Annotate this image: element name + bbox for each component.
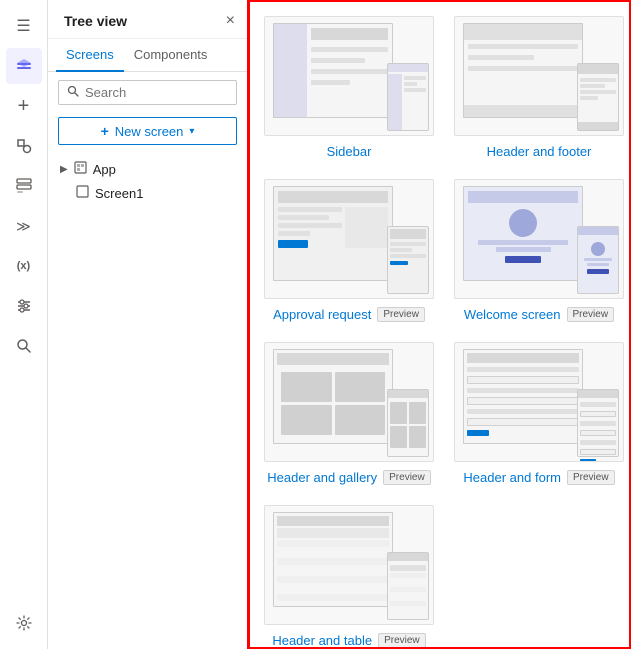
tree-item-app[interactable]: ▶ App bbox=[48, 157, 247, 181]
chevron-right-icon: ▶ bbox=[60, 164, 68, 175]
panel-title: Tree view bbox=[64, 13, 127, 29]
panel-header: Tree view × bbox=[48, 0, 247, 39]
close-button[interactable]: × bbox=[226, 12, 235, 30]
preview-badge-gallery[interactable]: Preview bbox=[383, 470, 431, 485]
settings-icon[interactable] bbox=[6, 605, 42, 641]
layers-icon[interactable] bbox=[6, 48, 42, 84]
tree-item-app-label: App bbox=[93, 162, 116, 177]
template-label-headerfooter: Header and footer bbox=[487, 144, 592, 159]
insert-icon[interactable]: + bbox=[6, 88, 42, 124]
tree-section: ▶ App Screen1 bbox=[48, 153, 247, 209]
template-thumb-approval[interactable] bbox=[264, 179, 434, 299]
flow-icon[interactable]: ≫ bbox=[6, 208, 42, 244]
template-label-approval: Approval request Preview bbox=[273, 307, 425, 322]
preview-badge-approval[interactable]: Preview bbox=[377, 307, 425, 322]
template-label-form: Header and form Preview bbox=[463, 470, 614, 485]
template-thumb-form[interactable] bbox=[454, 342, 624, 462]
menu-icon[interactable]: ☰ bbox=[6, 8, 42, 44]
controls-icon[interactable] bbox=[6, 288, 42, 324]
preview-badge-welcome[interactable]: Preview bbox=[567, 307, 615, 322]
templates-grid: Sidebar bbox=[248, 0, 631, 649]
template-thumb-welcome[interactable] bbox=[454, 179, 624, 299]
tree-item-screen1[interactable]: Screen1 bbox=[48, 181, 247, 205]
search-icon-toolbar[interactable] bbox=[6, 328, 42, 364]
variables-icon[interactable]: (x) bbox=[6, 248, 42, 284]
template-label-table: Header and table Preview bbox=[272, 633, 425, 648]
new-screen-button[interactable]: + New screen ▾ bbox=[58, 117, 237, 145]
template-thumb-sidebar[interactable] bbox=[264, 16, 434, 136]
template-gallery[interactable]: Header and gallery Preview bbox=[264, 342, 434, 485]
chevron-down-icon: ▾ bbox=[189, 126, 194, 137]
template-sidebar[interactable]: Sidebar bbox=[264, 16, 434, 159]
preview-badge-table[interactable]: Preview bbox=[378, 633, 426, 648]
template-headerfooter[interactable]: Header and footer bbox=[454, 16, 624, 159]
search-input[interactable] bbox=[85, 85, 228, 100]
left-toolbar: ☰ + ≫ (x) bbox=[0, 0, 48, 649]
search-box bbox=[58, 80, 237, 105]
app-icon bbox=[74, 161, 87, 177]
plus-icon-new-screen: + bbox=[101, 123, 109, 139]
template-thumb-headerfooter[interactable] bbox=[454, 16, 624, 136]
preview-badge-form[interactable]: Preview bbox=[567, 470, 615, 485]
panel-tabs: Screens Components bbox=[48, 39, 247, 72]
template-thumb-table[interactable] bbox=[264, 505, 434, 625]
new-screen-label: New screen bbox=[115, 124, 184, 139]
template-thumb-gallery[interactable] bbox=[264, 342, 434, 462]
template-label-sidebar: Sidebar bbox=[327, 144, 372, 159]
shapes-icon[interactable] bbox=[6, 128, 42, 164]
screen-icon bbox=[76, 185, 89, 201]
template-approval[interactable]: Approval request Preview bbox=[264, 179, 434, 322]
templates-area: Sidebar bbox=[248, 0, 631, 649]
data-icon[interactable] bbox=[6, 168, 42, 204]
template-welcome[interactable]: Welcome screen Preview bbox=[454, 179, 624, 322]
search-icon bbox=[67, 85, 79, 100]
template-label-gallery: Header and gallery Preview bbox=[267, 470, 430, 485]
template-table[interactable]: Header and table Preview bbox=[264, 505, 434, 648]
template-label-welcome: Welcome screen Preview bbox=[464, 307, 614, 322]
tree-view-panel: Tree view × Screens Components + New scr… bbox=[48, 0, 248, 649]
tab-components[interactable]: Components bbox=[124, 39, 218, 72]
tree-item-screen1-label: Screen1 bbox=[95, 186, 143, 201]
template-form[interactable]: Header and form Preview bbox=[454, 342, 624, 485]
tab-screens[interactable]: Screens bbox=[56, 39, 124, 72]
